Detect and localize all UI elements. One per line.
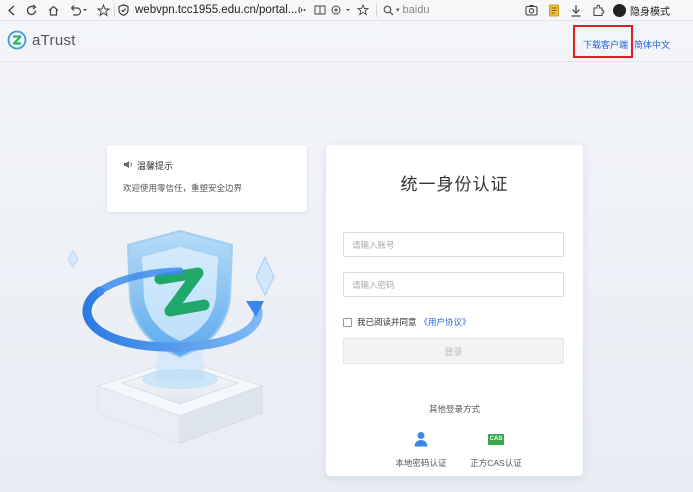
cas-icon-wrap: CAS [461,431,531,447]
logo-text: aTrust [32,31,76,49]
reader-mode-icon[interactable] [313,1,327,19]
toolbar-separator [376,3,377,17]
notice-card: 温馨提示 欢迎使用零信任，重塑安全边界 [107,145,307,212]
other-login-title: 其他登录方式 [428,404,480,414]
star-add-icon[interactable] [356,1,370,19]
atrust-logo-icon [7,30,27,50]
cas-login[interactable]: CAS 正方CAS认证 [461,431,531,469]
favorite-star-icon[interactable] [94,1,112,19]
search-box[interactable]: ▾ baidu [383,1,513,19]
browser-toolbar: webvpn.tcc1955.edu.cn/portal... ▾ baidu … [0,0,693,21]
user-icon [386,431,456,447]
page-header: aTrust 下载客户端 简体中文 [0,21,693,62]
password-input[interactable] [343,272,564,297]
back-icon[interactable] [2,1,20,19]
agree-text: 我已阅读并同意 [357,317,417,327]
home-icon[interactable] [44,1,62,19]
agree-checkbox[interactable] [343,317,352,327]
shield-icon [118,4,129,16]
language-switch[interactable]: 简体中文 [634,38,670,51]
toolbar-separator [114,3,115,17]
refresh-icon[interactable] [22,1,40,19]
signal-icon[interactable] [296,1,310,19]
search-icon [383,5,394,16]
notes-icon[interactable] [546,1,562,19]
incognito-indicator[interactable]: 隐身模式 [613,1,670,19]
local-password-label: 本地密码认证 [395,458,447,468]
notice-body: 欢迎使用零信任，重塑安全边界 [123,183,243,193]
cas-label: 正方CAS认证 [470,458,522,468]
username-input[interactable] [343,232,564,257]
url-text: webvpn.tcc1955.edu.cn/portal... [135,4,298,16]
incognito-label: 隐身模式 [630,6,670,18]
notice-title: 温馨提示 [123,159,173,172]
highlight-box [573,25,633,58]
agreement-row: 我已阅读并同意 《用户协议》 [343,316,471,328]
local-password-login[interactable]: 本地密码认证 [386,431,456,469]
undo-close-icon[interactable] [66,1,90,19]
search-text: baidu [402,4,430,16]
page: aTrust 下载客户端 简体中文 温馨提示 欢迎使用零信任，重塑安全边界 统一… [0,21,693,492]
security-illustration [67,229,275,444]
login-card: 统一身份认证 我已阅读并同意 《用户协议》 登录 其他登录方式 本地密码认证 C… [326,145,583,476]
speaker-icon [123,160,133,172]
screenshot-icon[interactable] [523,1,539,19]
login-button[interactable]: 登录 [343,338,564,364]
login-title: 统一身份认证 [400,175,509,194]
atrust-logo: aTrust [7,30,76,50]
notice-title-text: 温馨提示 [137,161,174,171]
cas-icon: CAS [488,433,504,445]
user-agreement-link[interactable]: 《用户协议》 [420,316,471,328]
download-icon[interactable] [568,1,584,19]
translate-icon[interactable] [330,1,352,19]
extensions-icon[interactable] [590,1,606,19]
incognito-icon [613,3,626,17]
